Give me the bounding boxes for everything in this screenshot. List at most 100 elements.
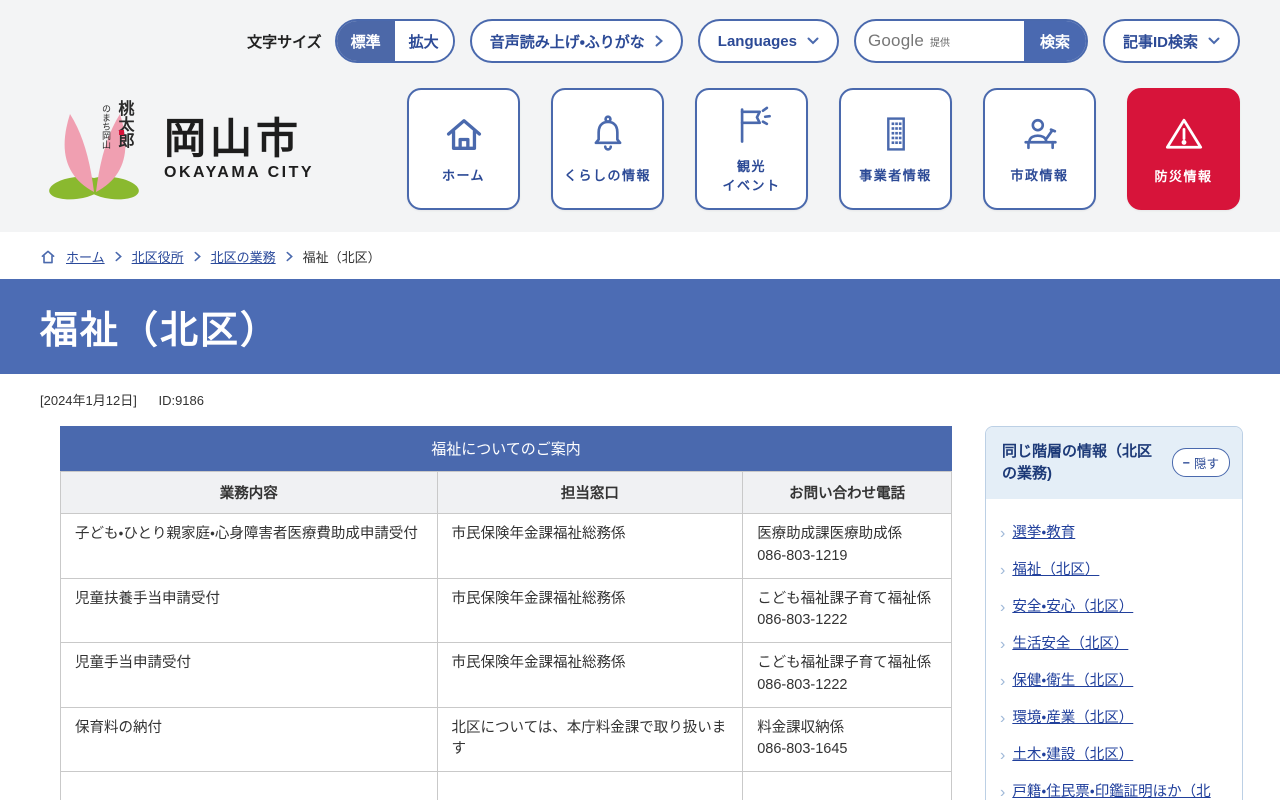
sidebar-item-election-education[interactable]: 選挙・教育 bbox=[1012, 523, 1075, 544]
search-button[interactable]: 検索 bbox=[1024, 21, 1086, 61]
breadcrumb-current: 福祉（北区） bbox=[303, 247, 381, 266]
cell-desk: 市民保険年金課福祉総務係 bbox=[437, 643, 743, 708]
list-item: › 環境・産業（北区） bbox=[1000, 708, 1228, 729]
table-header-row: 業務内容 担当窓口 お問い合わせ電話 bbox=[61, 472, 952, 514]
home-icon bbox=[40, 249, 56, 265]
sidebar-item-life-safety[interactable]: 生活安全（北区） bbox=[1012, 634, 1128, 655]
city-logo[interactable]: 桃太郎 のまち岡山 岡山市 OKAYAMA CITY bbox=[40, 96, 314, 202]
chevron-right-icon: › bbox=[1000, 636, 1005, 654]
city-name: 岡山市 bbox=[164, 116, 314, 162]
chevron-down-icon bbox=[1208, 37, 1220, 45]
font-size-standard-button[interactable]: 標準 bbox=[337, 21, 395, 61]
sidebar-title: 同じ階層の情報（北区の業務) bbox=[1002, 441, 1164, 485]
table-row: 児童扶養手当申請受付 市民保険年金課福祉総務係 こども福祉課子育て福祉係 086… bbox=[61, 578, 952, 643]
home-icon bbox=[442, 112, 486, 156]
utility-bar: 文字サイズ 標準 拡大 音声読み上げ・ふりがな Languages Google… bbox=[40, 18, 1240, 64]
google-logo: Google bbox=[868, 31, 924, 51]
column-header-phone: お問い合わせ電話 bbox=[743, 472, 952, 514]
chevron-right-icon: › bbox=[1000, 599, 1005, 617]
minus-icon: − bbox=[1183, 456, 1190, 470]
chevron-right-icon: › bbox=[1000, 673, 1005, 691]
nav-city-gov-info-button[interactable]: 市政情報 bbox=[983, 88, 1096, 210]
cell-phone: 料金課収納係 086-803-1645 bbox=[743, 707, 952, 772]
svg-text:のまち岡山: のまち岡山 bbox=[101, 104, 111, 149]
page-title-band: 福祉（北区） bbox=[0, 279, 1280, 374]
nav-disaster-info-button[interactable]: 防災情報 bbox=[1127, 88, 1240, 210]
cell-task: 児童手当申請受付 bbox=[61, 643, 438, 708]
nav-tourism-events-button[interactable]: 観光 イベント bbox=[695, 88, 808, 210]
person-desk-icon bbox=[1018, 112, 1062, 156]
chevron-right-icon: › bbox=[1000, 710, 1005, 728]
chevron-down-icon bbox=[807, 37, 819, 45]
font-size-label: 文字サイズ bbox=[247, 31, 322, 52]
sidebar-link-list: › 選挙・教育 › 福祉（北区） › 安全・安心（北区） › 生活安全（北区） … bbox=[986, 499, 1242, 800]
article-id-search-button[interactable]: 記事ID検索 bbox=[1103, 19, 1240, 63]
flag-icon bbox=[730, 103, 774, 147]
cell-task: 保育料の納付 bbox=[61, 707, 438, 772]
sidebar-item-civil-construction[interactable]: 土木・建設（北区） bbox=[1012, 745, 1133, 766]
font-size-large-button[interactable]: 拡大 bbox=[395, 21, 453, 61]
chevron-right-icon bbox=[286, 251, 293, 262]
chevron-right-icon: › bbox=[1000, 747, 1005, 765]
table-row bbox=[61, 772, 952, 800]
list-item: › 土木・建設（北区） bbox=[1000, 745, 1228, 766]
sidebar-item-environment-industry[interactable]: 環境・産業（北区） bbox=[1012, 708, 1133, 729]
nav-business-info-button[interactable]: 事業者情報 bbox=[839, 88, 952, 210]
chevron-right-icon: › bbox=[1000, 784, 1005, 800]
main-content: [2024年1月12日] ID:9186 福祉についてのご案内 業務内容 担当窓… bbox=[0, 374, 1280, 800]
article-meta: [2024年1月12日] ID:9186 bbox=[40, 390, 1280, 409]
site-header: 文字サイズ 標準 拡大 音声読み上げ・ふりがな Languages Google… bbox=[0, 0, 1280, 232]
same-level-info-sidebar: 同じ階層の情報（北区の業務) − 隠す › 選挙・教育 › 福祉（北区） › 安… bbox=[985, 426, 1243, 800]
breadcrumb-home-link[interactable]: ホーム bbox=[66, 247, 105, 266]
sidebar-item-health-hygiene[interactable]: 保健・衛生（北区） bbox=[1012, 671, 1133, 692]
peach-logo-icon: 桃太郎 のまち岡山 bbox=[40, 96, 150, 202]
breadcrumb-kitaku-works-link[interactable]: 北区の業務 bbox=[211, 247, 276, 266]
list-item: › 福祉（北区） bbox=[1000, 560, 1228, 581]
nav-home-button[interactable]: ホーム bbox=[407, 88, 520, 210]
list-item: › 保健・衛生（北区） bbox=[1000, 671, 1228, 692]
chevron-right-icon bbox=[655, 35, 663, 47]
font-size-toggle: 標準 拡大 bbox=[335, 19, 455, 63]
column-header-task: 業務内容 bbox=[61, 472, 438, 514]
sidebar-item-safety-security[interactable]: 安全・安心（北区） bbox=[1012, 597, 1133, 618]
building-icon bbox=[874, 112, 918, 156]
warning-triangle-icon bbox=[1161, 111, 1207, 157]
bell-icon bbox=[586, 112, 630, 156]
sidebar-item-welfare[interactable]: 福祉（北区） bbox=[1012, 560, 1099, 581]
cell-phone: こども福祉課子育て福祉係 086-803-1222 bbox=[743, 643, 952, 708]
site-search-input[interactable]: Google 提供 bbox=[856, 21, 1024, 61]
speech-furigana-button[interactable]: 音声読み上げ・ふりがな bbox=[470, 19, 683, 63]
page-title: 福祉（北区） bbox=[40, 299, 280, 354]
column-header-desk: 担当窓口 bbox=[437, 472, 743, 514]
breadcrumb: ホーム 北区役所 北区の業務 福祉（北区） bbox=[0, 232, 1280, 279]
svg-text:桃太郎: 桃太郎 bbox=[116, 99, 136, 149]
cell-desk bbox=[437, 772, 743, 800]
table-caption: 福祉についてのご案内 bbox=[60, 426, 952, 471]
sidebar-item-family-register[interactable]: 戸籍・住民票・印鑑証明ほか（北区） bbox=[1012, 782, 1228, 800]
global-nav: ホーム くらしの情報 観光 イベント bbox=[407, 88, 1240, 210]
chevron-right-icon bbox=[194, 251, 201, 262]
city-name-en: OKAYAMA CITY bbox=[164, 164, 314, 182]
article-id: ID:9186 bbox=[158, 393, 204, 408]
list-item: › 選挙・教育 bbox=[1000, 523, 1228, 544]
cell-task: 子ども・ひとり親家庭・心身障害者医療費助成申請受付 bbox=[61, 514, 438, 579]
list-item: › 安全・安心（北区） bbox=[1000, 597, 1228, 618]
site-search: Google 提供 検索 bbox=[854, 19, 1088, 63]
cell-desk: 市民保険年金課福祉総務係 bbox=[437, 514, 743, 579]
list-item: › 生活安全（北区） bbox=[1000, 634, 1228, 655]
cell-task bbox=[61, 772, 438, 800]
nav-living-info-button[interactable]: くらしの情報 bbox=[551, 88, 664, 210]
table-row: 児童手当申請受付 市民保険年金課福祉総務係 こども福祉課子育て福祉係 086-8… bbox=[61, 643, 952, 708]
list-item: › 戸籍・住民票・印鑑証明ほか（北区） bbox=[1000, 782, 1228, 800]
cell-desk: 北区については、本庁料金課で取り扱います bbox=[437, 707, 743, 772]
cell-task: 児童扶養手当申請受付 bbox=[61, 578, 438, 643]
table-row: 保育料の納付 北区については、本庁料金課で取り扱います 料金課収納係 086-8… bbox=[61, 707, 952, 772]
hide-sidebar-button[interactable]: − 隠す bbox=[1172, 448, 1230, 477]
cell-phone: こども福祉課子育て福祉係 086-803-1222 bbox=[743, 578, 952, 643]
chevron-right-icon: › bbox=[1000, 525, 1005, 543]
publish-date: [2024年1月12日] bbox=[40, 393, 137, 408]
languages-button[interactable]: Languages bbox=[698, 19, 839, 63]
cell-phone bbox=[743, 772, 952, 800]
sidebar-header: 同じ階層の情報（北区の業務) − 隠す bbox=[986, 427, 1242, 499]
breadcrumb-kitaku-office-link[interactable]: 北区役所 bbox=[132, 247, 184, 266]
